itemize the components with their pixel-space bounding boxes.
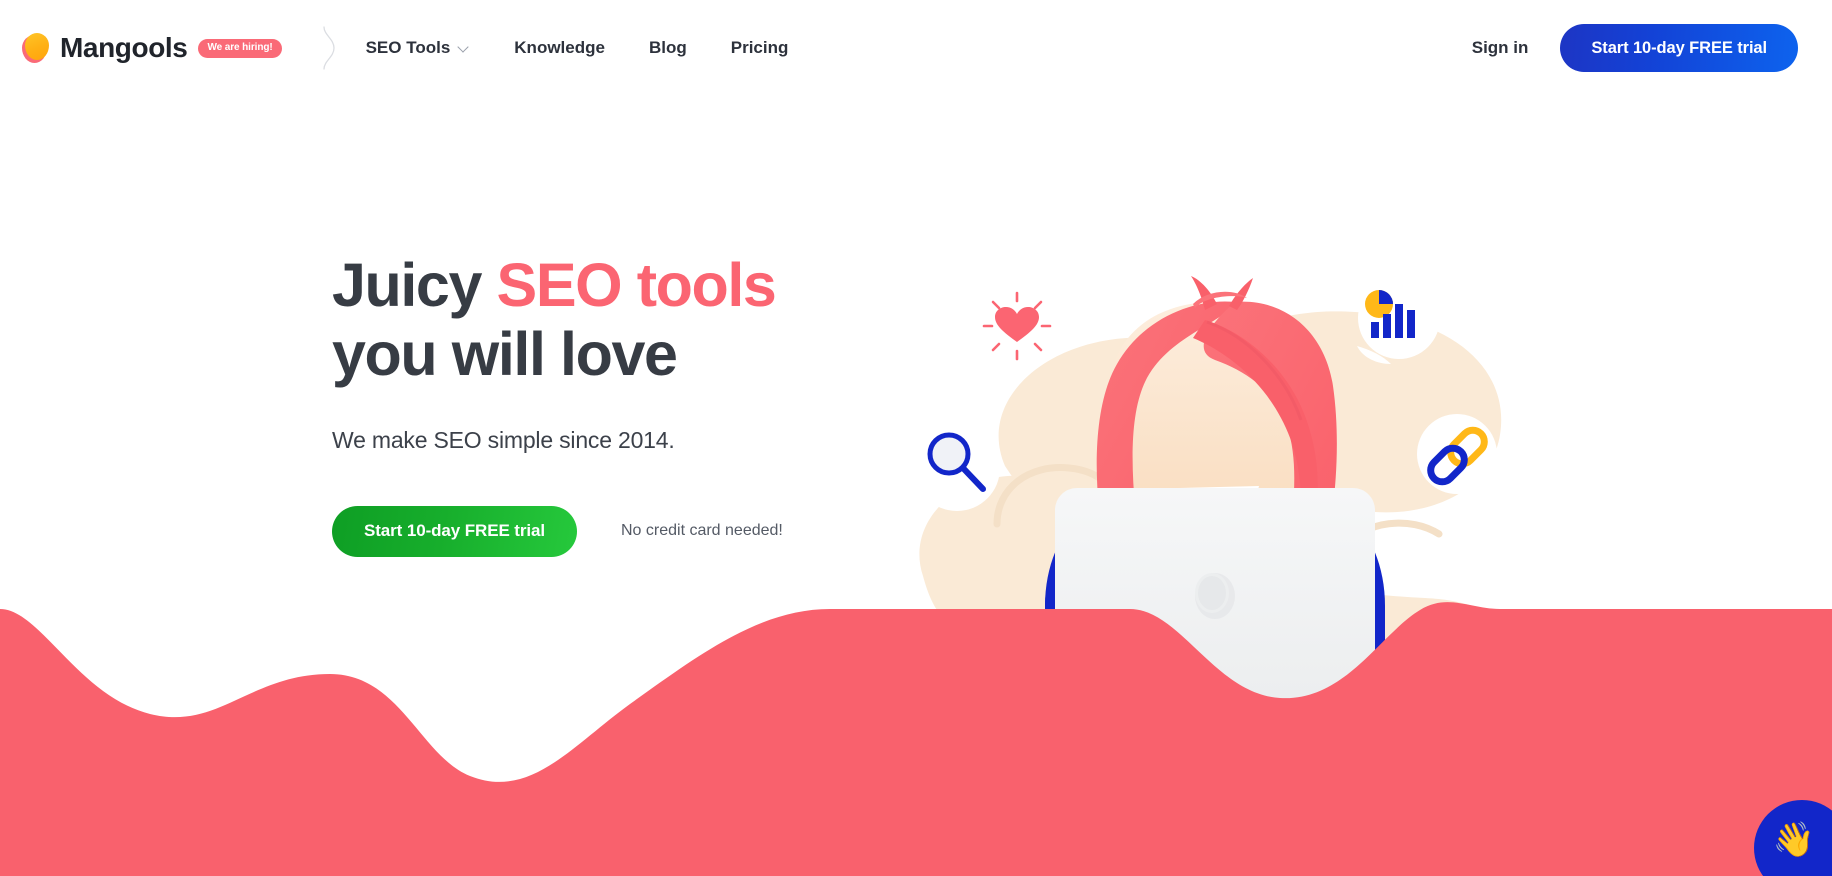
bubble-search [914,425,1000,511]
no-credit-card-note: No credit card needed! [620,522,783,540]
nav-divider [320,26,338,70]
hero-subtitle: We make SEO simple since 2014. [332,426,675,453]
hiring-badge[interactable]: We are hiring! [198,38,282,58]
waving-hand-icon: 👋 [1772,821,1816,859]
header-start-trial-button[interactable]: Start 10-day FREE trial [1560,24,1798,72]
chevron-down-icon [459,42,470,53]
hero-start-trial-button[interactable]: Start 10-day FREE trial [332,505,577,557]
nav-item-knowledge[interactable]: Knowledge [492,28,627,68]
site-header: Mangools We are hiring! SEO Tools Knowle… [0,0,1832,96]
hero-title-line1-plain: Juicy [332,251,497,319]
bubble-link [1417,414,1497,494]
nav-item-label: Knowledge [514,38,605,57]
nav-item-seo-tools[interactable]: SEO Tools [366,28,493,68]
pie-chart-icon [1365,290,1393,318]
hero-title-line1-accent: SEO tools [496,251,777,319]
brand-logo-link[interactable]: Mangools [22,32,188,64]
hero-copy: Juicy SEO tools you will love We make SE… [332,251,972,557]
nav-item-pricing[interactable]: Pricing [709,28,811,68]
brand-name: Mangools [60,32,188,63]
bottom-wave-decoration [0,576,1832,876]
hero-cta-row: Start 10-day FREE trial No credit card n… [332,505,972,557]
bubble-heart [978,287,1056,365]
nav-item-label: SEO Tools [365,38,451,57]
nav-item-label: Blog [648,38,687,57]
page-title: Juicy SEO tools you will love [332,251,972,389]
nav-item-label: Pricing [730,38,789,57]
primary-navigation: SEO Tools Knowledge Blog Pricing [366,28,811,68]
hero-title-line2: you will love [332,319,678,388]
sign-in-link[interactable]: Sign in [1472,38,1529,58]
nav-item-blog[interactable]: Blog [627,28,709,68]
mango-logo-icon [22,33,49,63]
